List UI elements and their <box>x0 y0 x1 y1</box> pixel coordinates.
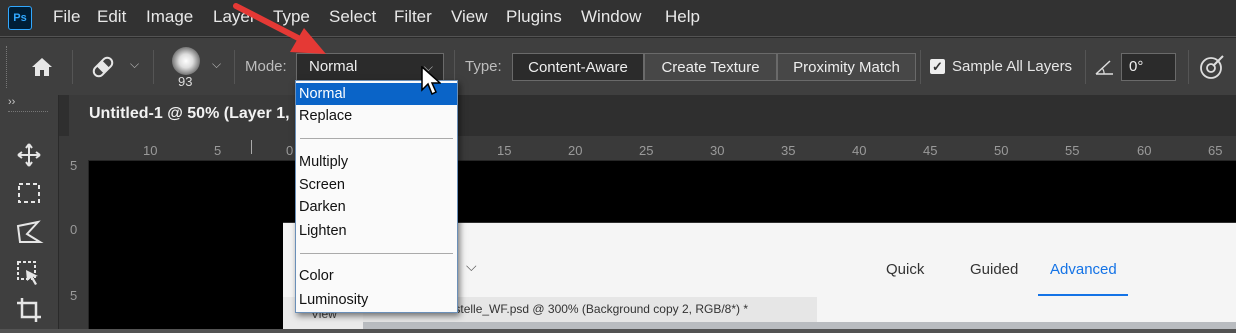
ruler-tick: 50 <box>994 143 1009 158</box>
angle-icon <box>1093 55 1117 79</box>
mode-value: Normal <box>309 58 358 75</box>
mode-label: Mode: <box>245 58 287 75</box>
mouse-cursor-icon <box>421 65 442 96</box>
move-icon[interactable] <box>14 140 44 170</box>
sample-all-layers-checkbox[interactable]: ✓ <box>930 59 945 74</box>
brush-preview-icon[interactable] <box>172 47 200 75</box>
tab-quick[interactable]: Quick <box>886 261 924 278</box>
menu-plugins[interactable]: Plugins <box>506 7 562 27</box>
spot-healing-brush-icon[interactable] <box>88 52 118 82</box>
menu-edit[interactable]: Edit <box>97 7 126 27</box>
menu-bar: Ps File Edit Image Layer Type Select Fil… <box>0 0 1236 36</box>
tool-preset-chevron-icon[interactable]: ⌵ <box>130 57 139 72</box>
vertical-ruler[interactable]: 5 0 5 <box>59 158 89 329</box>
object-selection-icon[interactable] <box>14 258 44 288</box>
menu-help[interactable]: Help <box>665 7 700 27</box>
chevron-down-icon[interactable]: ⌵ <box>466 258 477 275</box>
mode-option-lighten[interactable]: Lighten <box>296 220 457 242</box>
ruler-tick: 0 <box>286 143 294 158</box>
ruler-tick: 10 <box>143 143 158 158</box>
photo-preview <box>363 322 1236 329</box>
ruler-tick: 40 <box>852 143 867 158</box>
ruler-tick: 35 <box>781 143 796 158</box>
ruler-tick: 30 <box>710 143 725 158</box>
menu-file[interactable]: File <box>53 7 80 27</box>
menu-filter[interactable]: Filter <box>394 7 432 27</box>
marquee-icon[interactable] <box>14 178 44 208</box>
ruler-tick: 20 <box>568 143 583 158</box>
menu-image[interactable]: Image <box>146 7 193 27</box>
ruler-tick: 65 <box>1208 143 1223 158</box>
photoshop-logo: Ps <box>8 6 32 30</box>
home-icon[interactable] <box>28 53 56 81</box>
pressure-size-icon[interactable] <box>1198 53 1226 81</box>
mode-option-luminosity[interactable]: Luminosity <box>296 289 457 311</box>
mode-option-color[interactable]: Color <box>296 265 457 287</box>
lasso-icon[interactable] <box>14 218 44 248</box>
document-tab-bar: Untitled-1 @ 50% (Layer 1, R <box>59 95 1236 136</box>
brush-size: 93 <box>178 74 193 89</box>
ruler-tick: 55 <box>1065 143 1080 158</box>
ruler-tick: 0 <box>70 222 78 237</box>
menu-window[interactable]: Window <box>581 7 641 27</box>
menu-select[interactable]: Select <box>329 7 376 27</box>
tab-advanced[interactable]: Advanced <box>1050 261 1117 278</box>
horizontal-ruler[interactable]: 10 5 0 15 20 25 30 35 40 45 50 55 60 65 <box>59 136 1236 161</box>
mode-option-multiply[interactable]: Multiply <box>296 151 457 173</box>
mode-option-replace[interactable]: Replace <box>296 105 457 127</box>
grip-handle[interactable] <box>6 46 11 88</box>
ruler-tick: 60 <box>1137 143 1152 158</box>
tools-panel: ›› <box>0 95 59 329</box>
ruler-tick: 5 <box>70 288 78 303</box>
expand-panel-icon[interactable]: ›› <box>8 96 15 108</box>
annotation-arrow-icon <box>232 2 332 60</box>
active-tab-indicator <box>1038 294 1128 296</box>
ruler-tick: 15 <box>497 143 512 158</box>
document-title: Untitled-1 @ 50% (Layer 1, R <box>89 105 306 122</box>
mode-dropdown-list: Normal Replace Multiply Screen Darken Li… <box>295 80 458 313</box>
ruler-tick: 5 <box>214 143 222 158</box>
type-label: Type: <box>465 58 502 75</box>
options-bar: ⌵ 93 ⌵ Mode: Normal ⌵ Type: Content-Awar… <box>0 37 1236 97</box>
type-proximity-match-button[interactable]: Proximity Match <box>777 53 916 81</box>
type-content-aware-button[interactable]: Content-Aware <box>512 53 644 81</box>
tab-guided[interactable]: Guided <box>970 261 1018 278</box>
sample-all-layers-label[interactable]: Sample All Layers <box>952 58 1072 75</box>
ruler-tick: 45 <box>923 143 938 158</box>
ruler-tick: 25 <box>639 143 654 158</box>
angle-input[interactable]: 0° <box>1121 53 1176 81</box>
type-create-texture-button[interactable]: Create Texture <box>644 53 777 81</box>
crop-icon[interactable] <box>14 295 44 325</box>
mode-option-screen[interactable]: Screen <box>296 174 457 196</box>
brush-picker-chevron-icon[interactable]: ⌵ <box>212 57 221 72</box>
menu-view[interactable]: View <box>451 7 488 27</box>
mode-option-darken[interactable]: Darken <box>296 196 457 218</box>
ruler-tick: 5 <box>70 158 78 173</box>
